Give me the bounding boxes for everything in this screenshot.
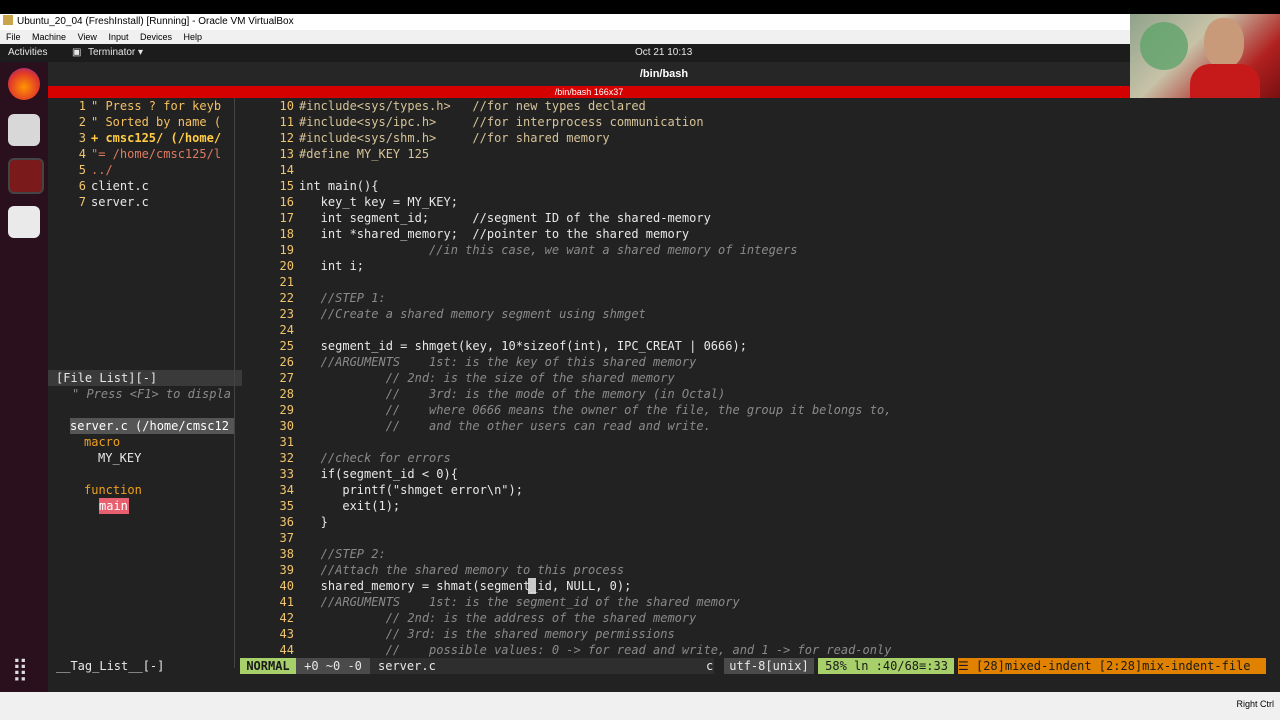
app-menu-icon: ▣ [72, 47, 82, 58]
code-line: 28 // 3rd: is the mode of the memory (in… [279, 387, 726, 401]
code-line: 22 //STEP 1: [279, 291, 386, 305]
code-line: 44 // possible values: 0 -> for read and… [279, 643, 892, 657]
terminal-titlebar: /bin/bash [48, 62, 1280, 86]
person-face [1204, 18, 1244, 68]
status-mode: NORMAL [240, 658, 296, 674]
code-line: 16 key_t key = MY_KEY; [279, 195, 458, 209]
explorer-line[interactable]: 4 "= /home/cmsc125/l [48, 146, 234, 162]
status-percent: 58% [818, 658, 854, 674]
screen-top-border [0, 0, 1280, 14]
code-line: 34 printf("shmget error\n"); [279, 483, 523, 497]
terminal-tab-title: /bin/bash 166x37 [48, 86, 1130, 98]
text-editor-icon[interactable] [8, 206, 40, 238]
code-line: 10 #include<sys/types.h> //for new types … [279, 99, 646, 113]
explorer-line[interactable]: 3 + cmsc125/ (/home/ [48, 130, 234, 146]
code-line: 42 // 2nd: is the address of the shared … [279, 611, 697, 625]
firefox-icon[interactable] [8, 68, 40, 100]
code-line: 30 // and the other users can read and w… [279, 419, 711, 433]
menu-machine[interactable]: Machine [32, 32, 66, 42]
code-line: 19 //in this case, we want a shared memo… [279, 243, 798, 257]
code-line: 38 //STEP 2: [279, 547, 386, 561]
virtualbox-titlebar: Ubuntu_20_04 (FreshInstall) [Running] - … [0, 14, 1280, 30]
code-line: 31 [279, 435, 294, 449]
ubuntu-dock: ⣿ [0, 62, 48, 692]
status-filetype: c [706, 659, 714, 673]
explorer-line[interactable]: 1 " Press ? for keyb [48, 98, 234, 114]
code-line: 27 // 2nd: is the size of the shared mem… [279, 371, 675, 385]
taglist-hint: " Press <F1> to displa [72, 387, 231, 401]
code-line: 11 #include<sys/ipc.h> //for interprocess… [279, 115, 704, 129]
taglist-header: [File List][-] [48, 370, 242, 386]
status-position: ln :40/68≡:33 [854, 658, 954, 674]
code-line: 36 } [279, 515, 328, 529]
code-line: 37 [279, 531, 294, 545]
status-git: +0 ~0 -0 [296, 658, 370, 674]
taglist-function-item[interactable]: main [99, 498, 129, 514]
terminal-body[interactable]: 1 " Press ? for keyb 2 " Sorted by name ( … [48, 98, 1280, 692]
status-file: server.c [370, 658, 714, 674]
taglist-function-label[interactable]: function [84, 482, 270, 498]
code-line: 17 int segment_id; //segment ID of the s… [279, 211, 711, 225]
gnome-top-bar: Activities ▣ Terminator ▾ Oct 21 10:13 [0, 44, 1280, 62]
code-line: 32 //check for errors [279, 451, 451, 465]
taglist-macro-label[interactable]: macro [84, 434, 270, 450]
code-line: 14 [279, 163, 294, 177]
code-line: 20 int i; [279, 259, 365, 273]
code-line: 13 #define MY_KEY 125 [279, 147, 430, 161]
window-title: Ubuntu_20_04 (FreshInstall) [Running] - … [17, 16, 294, 27]
show-applications-icon[interactable]: ⣿ [12, 658, 28, 680]
code-line: 24 [279, 323, 294, 337]
explorer-line[interactable]: 6 client.c [48, 178, 234, 194]
status-warning: ☰ [28]mixed-indent [2:28]mix-indent-file [958, 658, 1266, 674]
clock[interactable]: Oct 21 10:13 [635, 44, 692, 62]
explorer-line[interactable]: 5 ../ [48, 162, 234, 178]
explorer-line[interactable]: 2 " Sorted by name ( [48, 114, 234, 130]
menu-file[interactable]: File [6, 32, 21, 42]
virtualbox-icon [3, 15, 13, 25]
menu-input[interactable]: Input [108, 32, 128, 42]
code-line: 25 segment_id = shmget(key, 10*sizeof(in… [279, 339, 747, 353]
vim-statusline: __Tag_List__[-] NORMAL +0 ~0 -0 server.c… [48, 658, 1280, 674]
files-icon[interactable] [8, 114, 40, 146]
code-line: 35 exit(1); [279, 499, 401, 513]
code-line: 43 // 3rd: is the shared memory permissi… [279, 627, 675, 641]
code-line: 26 //ARGUMENTS 1st: is the key of this s… [279, 355, 697, 369]
code-line: 39 //Attach the shared memory to this pr… [279, 563, 625, 577]
code-line: 12 #include<sys/shm.h> //for shared memor… [279, 131, 610, 145]
virtualbox-statusbar: Right Ctrl [0, 692, 1280, 720]
code-line: 15 int main(){ [279, 179, 379, 193]
activities-button[interactable]: Activities [8, 44, 47, 62]
pane-separator [234, 98, 235, 668]
status-encoding: utf-8[unix] [724, 658, 814, 674]
text-cursor [528, 578, 536, 594]
app-menu[interactable]: Terminator ▾ [88, 44, 143, 62]
person-shirt [1190, 64, 1260, 98]
menu-help[interactable]: Help [184, 32, 203, 42]
terminator-icon[interactable] [8, 158, 44, 194]
host-key-label: Right Ctrl [1236, 699, 1274, 709]
code-line: 21 [279, 275, 294, 289]
code-line-current: 40 shared_memory = shmat(segment_id, NUL… [279, 579, 632, 593]
code-line: 23 //Create a shared memory segment usin… [279, 307, 646, 321]
code-line: 33 if(segment_id < 0){ [279, 467, 458, 481]
menu-devices[interactable]: Devices [140, 32, 172, 42]
explorer-line[interactable]: 7 server.c [48, 194, 234, 210]
menu-view[interactable]: View [78, 32, 97, 42]
code-line: 41 //ARGUMENTS 1st: is the segment_id of… [279, 595, 740, 609]
code-line: 29 // where 0666 means the owner of the … [279, 403, 892, 417]
code-line: 18 int *shared_memory; //pointer to the … [279, 227, 690, 241]
taglist-file[interactable]: server.c (/home/cmsc12 [70, 418, 234, 434]
umbrella-shape [1140, 22, 1188, 70]
status-taglist: __Tag_List__[-] [56, 659, 165, 673]
webcam-overlay [1130, 14, 1280, 98]
virtualbox-menubar: File Machine View Input Devices Help [0, 30, 1280, 44]
